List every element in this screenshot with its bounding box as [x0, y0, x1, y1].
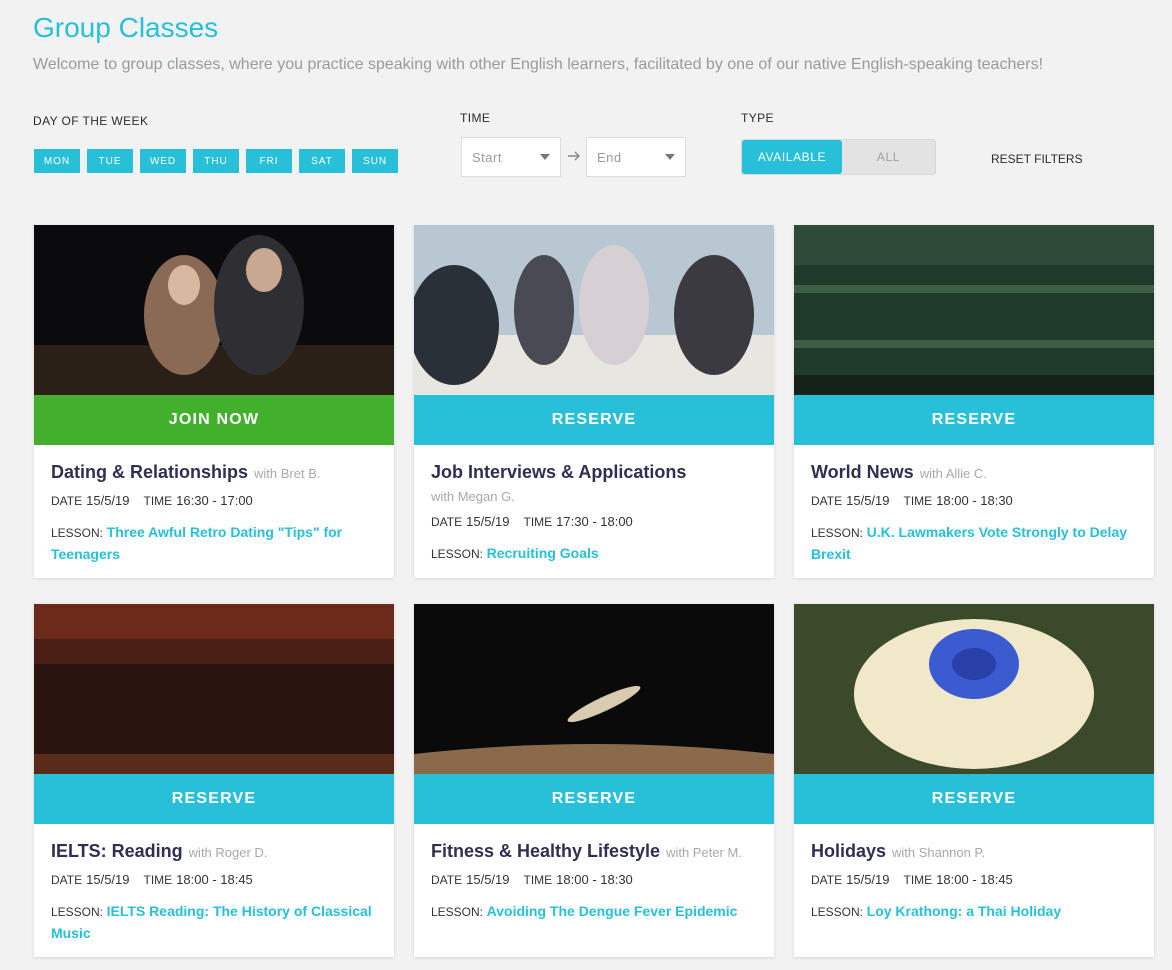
class-title[interactable]: Dating & Relationships [51, 462, 248, 482]
day-button-fri[interactable]: FRI [246, 149, 292, 173]
join-now-button[interactable]: JOIN NOW [34, 395, 394, 445]
time-end-placeholder: End [597, 149, 622, 165]
day-button-thu[interactable]: THU [193, 149, 239, 173]
day-button-wed[interactable]: WED [140, 149, 186, 173]
lesson-link[interactable]: Avoiding The Dengue Fever Epidemic [487, 903, 738, 919]
teacher-name: with Roger D. [188, 845, 268, 860]
date-label: DATE [51, 873, 83, 887]
teacher-name: with Peter M. [666, 845, 742, 860]
chevron-down-icon [540, 154, 550, 160]
class-card: JOIN NOW Dating & Relationships with Bret… [34, 225, 394, 578]
time-label: TIME [903, 494, 933, 508]
type-toggle: AVAILABLE ALL [741, 139, 936, 175]
time-label: TIME [903, 873, 933, 887]
time-label: TIME [143, 873, 173, 887]
class-card: RESERVE Fitness & Healthy Lifestyle with … [414, 604, 774, 957]
reserve-button[interactable]: RESERVE [414, 774, 774, 824]
class-title[interactable]: Fitness & Healthy Lifestyle [431, 841, 660, 861]
class-card: RESERVE World News with Allie C. DATE 15/5… [794, 225, 1154, 578]
class-image [414, 225, 774, 395]
class-card: RESERVE Job Interviews & Applications wit… [414, 225, 774, 578]
lesson-label: LESSON: [811, 905, 864, 919]
date-label: DATE [811, 494, 843, 508]
type-label: TYPE [741, 111, 774, 125]
class-image [794, 604, 1154, 774]
time-label: TIME [523, 873, 553, 887]
page-subtitle: Welcome to group classes, where you prac… [33, 56, 1044, 73]
time-end-select[interactable]: End [586, 137, 686, 177]
class-time: 16:30 - 17:00 [176, 493, 253, 508]
day-button-mon[interactable]: MON [34, 149, 80, 173]
date-label: DATE [431, 873, 463, 887]
day-button-sat[interactable]: SAT [299, 149, 345, 173]
lesson-link[interactable]: Loy Krathong: a Thai Holiday [867, 903, 1061, 919]
reserve-button[interactable]: RESERVE [414, 395, 774, 445]
class-date: 15/5/19 [86, 872, 130, 887]
type-available-option[interactable]: AVAILABLE [742, 140, 842, 174]
class-time: 18:00 - 18:45 [936, 872, 1013, 887]
class-title[interactable]: Job Interviews & Applications [431, 462, 686, 482]
lesson-label: LESSON: [51, 905, 104, 919]
class-time: 18:00 - 18:45 [176, 872, 253, 887]
class-date: 15/5/19 [846, 493, 890, 508]
class-image [414, 604, 774, 774]
lesson-label: LESSON: [431, 547, 484, 561]
time-start-select[interactable]: Start [461, 137, 561, 177]
class-image [34, 225, 394, 395]
time-label: TIME [523, 515, 553, 529]
chevron-down-icon [665, 154, 675, 160]
teacher-name: with Shannon P. [892, 845, 986, 860]
class-date: 15/5/19 [846, 872, 890, 887]
time-start-placeholder: Start [472, 149, 502, 165]
reserve-button[interactable]: RESERVE [794, 774, 1154, 824]
lesson-label: LESSON: [811, 526, 864, 540]
class-time: 18:00 - 18:30 [556, 872, 633, 887]
class-date: 15/5/19 [466, 872, 510, 887]
day-button-tue[interactable]: TUE [87, 149, 133, 173]
class-card: RESERVE Holidays with Shannon P. DATE 15/5… [794, 604, 1154, 957]
class-title[interactable]: IELTS: Reading [51, 841, 183, 861]
time-label: TIME [460, 111, 491, 125]
class-title[interactable]: Holidays [811, 841, 886, 861]
day-button-sun[interactable]: SUN [352, 149, 398, 173]
lesson-label: LESSON: [51, 526, 104, 540]
reset-filters-button[interactable]: RESET FILTERS [991, 152, 1083, 166]
class-card: RESERVE IELTS: Reading with Roger D. DATE… [34, 604, 394, 957]
type-all-option[interactable]: ALL [842, 140, 935, 174]
arrow-right-icon [568, 151, 580, 161]
class-image [34, 604, 394, 774]
date-label: DATE [431, 515, 463, 529]
reserve-button[interactable]: RESERVE [34, 774, 394, 824]
class-date: 15/5/19 [466, 514, 510, 529]
date-label: DATE [51, 494, 83, 508]
date-label: DATE [811, 873, 843, 887]
page-title: Group Classes [33, 12, 219, 43]
teacher-name: with Allie C. [919, 466, 987, 481]
lesson-label: LESSON: [431, 905, 484, 919]
reserve-button[interactable]: RESERVE [794, 395, 1154, 445]
class-image [794, 225, 1154, 395]
day-filter-group: MON TUE WED THU FRI SAT SUN [34, 149, 398, 173]
time-label: TIME [143, 494, 173, 508]
lesson-link[interactable]: Recruiting Goals [487, 545, 599, 561]
class-time: 17:30 - 18:00 [556, 514, 633, 529]
teacher-name: with Megan G. [431, 489, 515, 504]
day-of-week-label: DAY OF THE WEEK [33, 114, 149, 128]
class-time: 18:00 - 18:30 [936, 493, 1013, 508]
teacher-name: with Bret B. [254, 466, 321, 481]
class-date: 15/5/19 [86, 493, 130, 508]
class-title[interactable]: World News [811, 462, 914, 482]
